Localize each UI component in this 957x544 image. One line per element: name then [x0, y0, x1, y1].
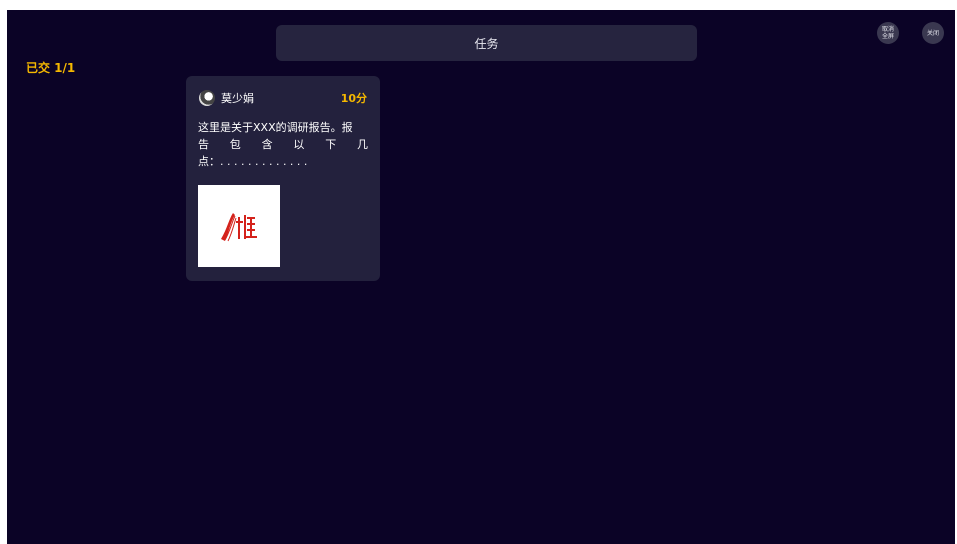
close-button[interactable]: 关闭	[922, 22, 944, 44]
avatar	[199, 90, 215, 106]
text-char: 包	[229, 138, 241, 151]
exit-fullscreen-label: 取消全屏	[881, 26, 894, 40]
text-char: 下	[325, 138, 337, 151]
text-char: 几	[356, 138, 368, 151]
task-view: 任务 取消全屏 关闭 已交 1/1 莫少娟 10分 这里是关于XXX的调研报告。…	[7, 10, 955, 544]
text-char: 告	[198, 138, 209, 151]
score-badge: 10分	[340, 92, 367, 105]
submitter-name: 莫少娟	[221, 92, 254, 105]
task-title-bar: 任务	[276, 25, 697, 61]
text-char: 以	[293, 138, 305, 151]
close-label: 关闭	[926, 29, 939, 37]
submission-header: 莫少娟 10分	[199, 89, 367, 107]
page-title: 任务	[474, 36, 499, 51]
text-char: 含	[261, 138, 273, 151]
attachment-thumbnail[interactable]	[198, 185, 280, 267]
submission-card[interactable]: 莫少娟 10分 这里是关于XXX的调研报告。报 告 包 含 以 下 几 点：. …	[186, 76, 380, 281]
exit-fullscreen-button[interactable]: 取消全屏	[877, 22, 899, 44]
image-thumbnail-icon	[221, 213, 257, 242]
submission-text-line: 点：. . . . . . . . . . . . .	[198, 155, 308, 168]
submission-text-line: 告 包 含 以 下 几	[198, 136, 368, 153]
submitted-count: 已交 1/1	[26, 61, 76, 75]
submission-text: 这里是关于XXX的调研报告。报 告 包 含 以 下 几 点：. . . . . …	[198, 119, 368, 170]
submission-text-line: 这里是关于XXX的调研报告。报	[198, 121, 353, 134]
